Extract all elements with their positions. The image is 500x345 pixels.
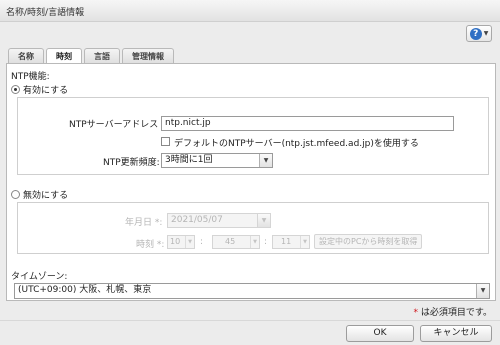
date-label: 年月日 (125, 218, 153, 228)
default-ntp-checkbox[interactable] (161, 137, 170, 146)
label-colon: : (161, 240, 165, 250)
time-separator: : (200, 237, 204, 247)
footer-divider (0, 320, 500, 321)
ntp-server-label-row: NTPサーバーアドレス *: (69, 117, 169, 130)
required-mark: * (413, 308, 419, 318)
timezone-label: タイムゾーン: (11, 272, 68, 282)
time-label: 時刻 (136, 240, 155, 250)
cancel-button[interactable]: キャンセル (420, 325, 492, 342)
minute-value: 45 (225, 237, 236, 246)
label-colon: : (159, 218, 163, 228)
ntp-enable-radio[interactable] (11, 85, 20, 94)
date-select[interactable]: 2021/05/07 ▼ (167, 213, 271, 228)
hour-value: 10 (170, 237, 181, 246)
required-note-text: は必須項目です。 (420, 308, 492, 318)
tab-bar: 名称 時刻 言語 管理情報 (8, 48, 174, 65)
calendar-dropdown-icon: ▼ (257, 214, 270, 227)
help-icon: ? (469, 27, 482, 40)
ntp-interval-value: 3時間に1回 (165, 155, 213, 165)
hour-select[interactable]: 10 ▼ (167, 235, 195, 249)
time-settings-panel: NTP機能: 有効にする NTPサーバーアドレス *: ntp.nict.jp … (6, 63, 496, 301)
ntp-server-input[interactable]: ntp.nict.jp (161, 116, 454, 131)
minute-select[interactable]: 45 ▼ (212, 235, 260, 249)
tab-name[interactable]: 名称 (8, 48, 44, 64)
date-label-row: 年月日 *: (125, 215, 162, 228)
chevron-down-icon: ▼ (250, 236, 259, 248)
second-select[interactable]: 11 ▼ (272, 235, 310, 249)
chevron-down-icon: ▼ (300, 236, 309, 248)
required-note: * は必須項目です。 (414, 305, 492, 318)
chevron-down-icon: ▼ (483, 30, 489, 37)
ok-button[interactable]: OK (346, 325, 414, 342)
ntp-server-label: NTPサーバーアドレス (69, 120, 159, 130)
help-button[interactable]: ? ▼ (466, 25, 492, 42)
timezone-select[interactable]: (UTC+09:00) 大阪、札幌、東京 ▼ (14, 283, 490, 299)
date-value: 2021/05/07 (171, 215, 223, 225)
ntp-disable-radio[interactable] (11, 190, 20, 199)
ntp-enable-label: 有効にする (23, 86, 69, 96)
window-title: 名称/時刻/言語情報 (0, 0, 500, 22)
tab-language[interactable]: 言語 (84, 48, 120, 64)
ntp-interval-label: NTP更新頻度: (103, 158, 160, 168)
second-value: 11 (281, 237, 292, 246)
default-ntp-checkbox-label: デフォルトのNTPサーバー(ntp.jst.mfeed.ad.jp)を使用する (174, 139, 419, 149)
get-time-from-pc-button[interactable]: 設定中のPCから時刻を取得 (314, 234, 423, 249)
ntp-interval-select[interactable]: 3時間に1回 ▼ (161, 153, 273, 168)
chevron-down-icon: ▼ (259, 154, 272, 167)
ntp-disable-label: 無効にする (23, 191, 69, 201)
time-label-row: 時刻 *: (136, 237, 164, 250)
chevron-down-icon: ▼ (476, 284, 489, 298)
ntp-section-label: NTP機能: (11, 72, 50, 82)
timezone-value: (UTC+09:00) 大阪、札幌、東京 (18, 285, 152, 295)
chevron-down-icon: ▼ (185, 236, 194, 248)
time-separator: : (264, 237, 268, 247)
ntp-disable-option[interactable]: 無効にする (11, 188, 68, 201)
ntp-enable-option[interactable]: 有効にする (11, 83, 68, 96)
tab-admin-info[interactable]: 管理情報 (122, 48, 174, 64)
